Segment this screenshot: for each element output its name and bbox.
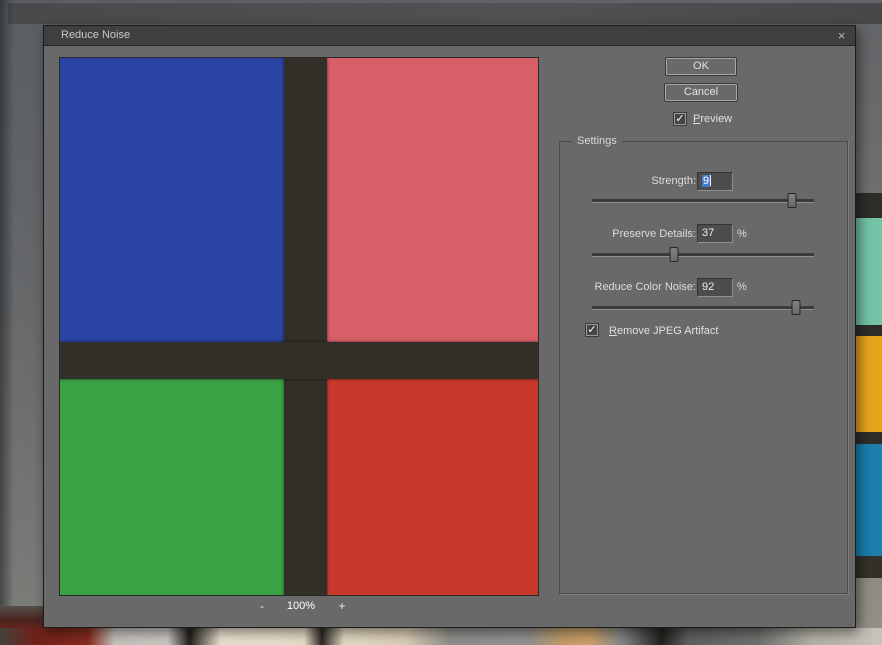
strength-input[interactable]: 9	[697, 172, 733, 191]
preserve-details-slider[interactable]	[592, 253, 814, 256]
screen: Reduce Noise × - 100% + OK Cancel ✓ Prev…	[0, 0, 882, 645]
remove-jpeg-artifact-label[interactable]: Remove JPEG Artifact	[609, 325, 718, 337]
background-photo-strip	[0, 628, 882, 645]
background-dark-band	[855, 193, 882, 218]
strength-slider-thumb[interactable]	[787, 193, 796, 208]
reduce-color-noise-slider[interactable]	[592, 306, 814, 309]
background-blue-patch	[855, 444, 882, 556]
preserve-details-input[interactable]: 37	[697, 224, 733, 243]
preview-quadrant-blue	[60, 58, 306, 360]
zoom-in-button[interactable]: +	[335, 599, 349, 613]
strength-slider[interactable]	[592, 199, 814, 202]
reduce-color-noise-slider-thumb[interactable]	[792, 300, 801, 315]
checkmark-icon: ✓	[587, 324, 596, 336]
background-dark-band	[855, 432, 882, 444]
background-dark-band	[855, 325, 882, 336]
reduce-color-noise-value: 92	[702, 281, 714, 293]
background-shelf-strip	[8, 3, 882, 24]
dialog-title: Reduce Noise	[61, 29, 130, 41]
reduce-noise-dialog: Reduce Noise × - 100% + OK Cancel ✓ Prev…	[43, 25, 856, 628]
zoom-level: 100%	[279, 600, 323, 612]
preview-label-rest: review	[700, 113, 732, 125]
close-icon[interactable]: ×	[835, 29, 848, 42]
preview-cross-vertical	[284, 58, 327, 595]
strength-value: 9	[702, 175, 710, 187]
preview-quadrant-red	[306, 360, 539, 596]
preview-cross-horizontal	[60, 342, 538, 379]
preserve-details-slider-thumb[interactable]	[670, 247, 679, 262]
settings-group: Settings Strength: 9 Preserve Details: 3…	[559, 141, 848, 594]
remove-jpeg-mnemonic: R	[609, 325, 617, 337]
cancel-button[interactable]: Cancel	[665, 84, 737, 101]
background-dark-band	[855, 556, 882, 578]
dialog-titlebar[interactable]: Reduce Noise ×	[44, 26, 855, 46]
ok-button[interactable]: OK	[666, 58, 736, 75]
settings-legend: Settings	[572, 135, 622, 147]
noise-preview-image[interactable]	[59, 57, 539, 596]
reduce-color-noise-label: Reduce Color Noise:	[560, 281, 696, 293]
preview-checkbox[interactable]: ✓	[674, 113, 686, 125]
remove-jpeg-label-rest: emove JPEG Artifact	[617, 325, 718, 337]
strength-label: Strength:	[560, 175, 696, 187]
preview-zoom-bar: - 100% +	[59, 599, 539, 614]
preview-checkbox-label[interactable]: Preview	[693, 113, 732, 125]
background-left-shadow	[0, 0, 14, 645]
preserve-details-value: 37	[702, 227, 714, 239]
remove-jpeg-artifact-checkbox[interactable]: ✓	[586, 324, 598, 336]
reduce-color-noise-input[interactable]: 92	[697, 278, 733, 297]
reduce-color-noise-unit: %	[737, 281, 747, 293]
zoom-out-button[interactable]: -	[255, 599, 269, 613]
text-caret	[710, 175, 711, 186]
preview-quadrant-salmon	[306, 58, 539, 360]
background-teal-patch	[855, 218, 882, 325]
background-orange-patch	[855, 336, 882, 432]
checkmark-icon: ✓	[675, 113, 684, 125]
preserve-details-label: Preserve Details:	[560, 228, 696, 240]
preserve-details-unit: %	[737, 228, 747, 240]
preview-quadrant-green	[60, 360, 306, 596]
